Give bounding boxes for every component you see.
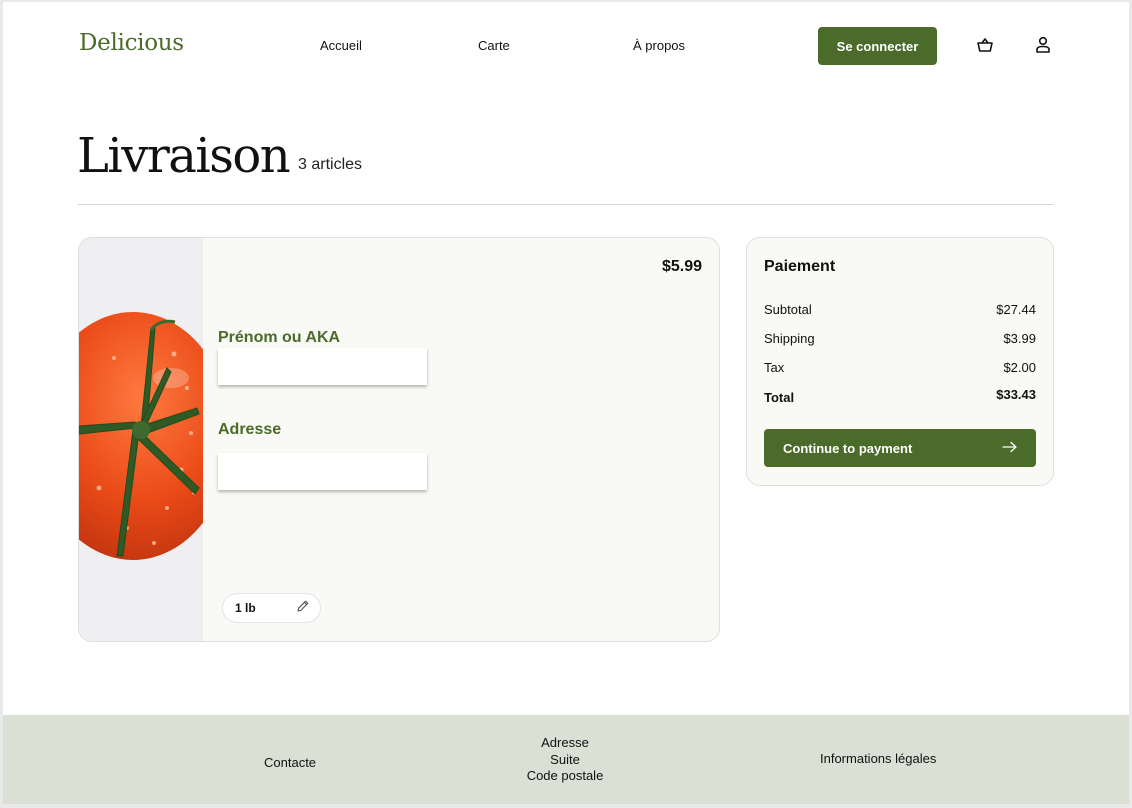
- continue-to-payment-button[interactable]: Continue to payment: [764, 429, 1036, 467]
- payment-title: Paiement: [764, 258, 836, 275]
- item-price: $5.99: [661, 258, 702, 275]
- total-row: Total $33.43: [764, 387, 1036, 405]
- total-value: $33.43: [996, 387, 1036, 402]
- page-title: Livraison: [77, 128, 291, 184]
- tax-row: Tax $2.00: [764, 360, 1036, 375]
- footer-legal-link[interactable]: Informations légales: [820, 751, 936, 768]
- payment-summary: Paiement Subtotal $27.44 Shipping $3.99 …: [746, 237, 1054, 486]
- name-label: Prénom ou AKA: [218, 329, 341, 346]
- footer: Contacte Adresse Suite Code postale Info…: [3, 715, 1129, 804]
- arrow-right-icon: [1002, 441, 1018, 456]
- quantity-edit-button[interactable]: 1 lb: [222, 593, 321, 623]
- total-label: Total: [764, 390, 795, 405]
- footer-suite-line: Suite: [550, 751, 580, 767]
- footer-postal-line: Code postale: [526, 768, 604, 783]
- shipping-row: Shipping $3.99: [764, 331, 1036, 346]
- user-icon[interactable]: [1032, 34, 1054, 56]
- nav-accueil[interactable]: Accueil: [320, 38, 362, 53]
- nav-carte[interactable]: Carte: [478, 38, 510, 53]
- tax-label: Tax: [764, 360, 785, 375]
- pencil-icon: [296, 599, 310, 618]
- shipping-label: Shipping: [764, 331, 815, 346]
- logo[interactable]: Delicious: [79, 30, 184, 56]
- basket-icon[interactable]: [974, 34, 996, 56]
- continue-to-payment-label: Continue to payment: [783, 440, 913, 456]
- divider: [78, 204, 1054, 205]
- shipping-value: $3.99: [1003, 331, 1036, 346]
- item-count: 3 articles: [298, 156, 363, 173]
- footer-contact-link[interactable]: Contacte: [264, 755, 316, 772]
- tax-value: $2.00: [1003, 360, 1036, 375]
- address-label: Adresse: [218, 421, 282, 438]
- name-input[interactable]: [218, 348, 427, 385]
- login-button[interactable]: Se connecter: [818, 27, 937, 65]
- tomato-image: [79, 238, 231, 641]
- subtotal-value: $27.44: [996, 302, 1036, 317]
- address-input[interactable]: [218, 453, 427, 490]
- page: Delicious Accueil Carte À propos Se conn…: [3, 2, 1129, 804]
- nav-a-propos[interactable]: À propos: [633, 38, 685, 53]
- subtotal-label: Subtotal: [764, 302, 812, 317]
- footer-address-line: Adresse: [541, 735, 589, 750]
- quantity-value: 1 lb: [235, 601, 256, 615]
- cart-item-card: $5.99 Prénom ou AKA Adresse 1 lb: [78, 237, 720, 642]
- subtotal-row: Subtotal $27.44: [764, 302, 1036, 317]
- footer-address: Adresse Suite Code postale: [515, 735, 615, 785]
